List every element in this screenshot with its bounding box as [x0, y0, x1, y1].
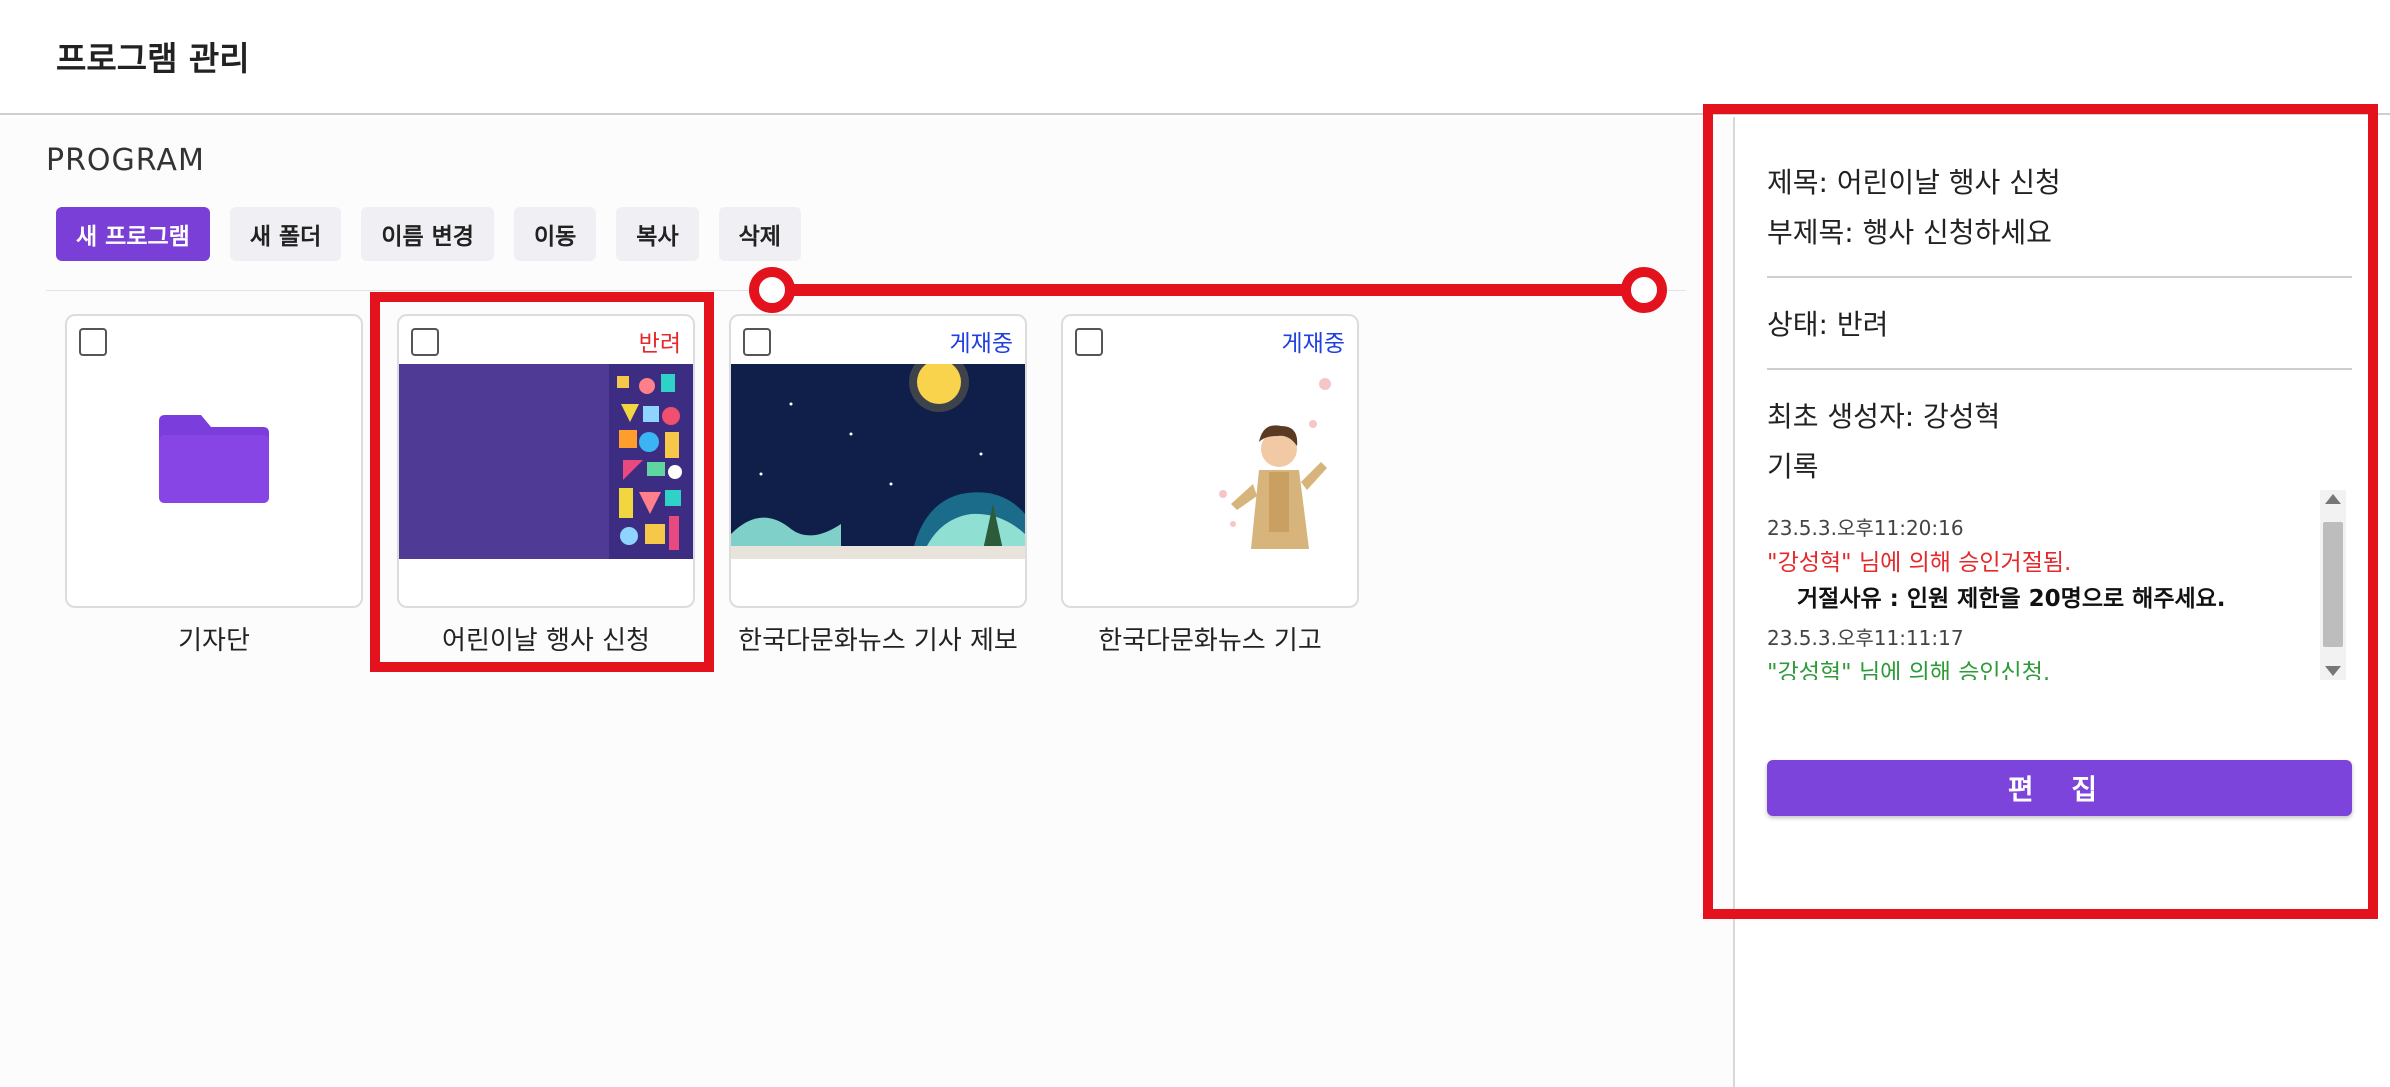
item-label: 한국다문화뉴스 기고 — [1098, 626, 1322, 656]
copy-button[interactable]: 복사 — [616, 207, 699, 261]
program-toolbar: 새 프로그램 새 폴더 이름 변경 이동 복사 삭제 — [56, 207, 801, 261]
card-frame — [65, 314, 363, 608]
new-folder-button[interactable]: 새 폴더 — [229, 207, 342, 261]
program-thumbnail — [731, 364, 1025, 559]
card-frame: 게재중 — [1061, 314, 1359, 608]
delete-button[interactable]: 삭제 — [718, 207, 801, 261]
page-title: 프로그램 관리 — [56, 39, 250, 78]
status-badge: 게재중 — [949, 331, 1013, 357]
new-program-button[interactable]: 새 프로그램 — [56, 207, 210, 261]
annotation-highlight-box — [1703, 104, 2378, 919]
annotation-connector-dot — [749, 267, 795, 313]
move-button[interactable]: 이동 — [513, 207, 597, 261]
card-frame: 게재중 — [729, 314, 1027, 608]
program-main-panel: PROGRAM 새 프로그램 새 폴더 이름 변경 이동 복사 삭제 기자단 반… — [0, 117, 1735, 1087]
item-checkbox[interactable] — [79, 328, 107, 356]
rename-button[interactable]: 이름 변경 — [361, 207, 494, 261]
item-label: 기자단 — [178, 626, 250, 656]
annotation-connector-line — [772, 284, 1644, 296]
section-label: PROGRAM — [46, 143, 205, 178]
annotation-connector-dot — [1621, 267, 1667, 313]
status-badge: 게재중 — [1281, 331, 1345, 357]
page-header: 프로그램 관리 — [0, 0, 2390, 115]
item-checkbox[interactable] — [743, 328, 771, 356]
item-label: 한국다문화뉴스 기사 제보 — [738, 626, 1018, 656]
folder-icon — [159, 415, 269, 503]
annotation-highlight-box — [370, 292, 714, 672]
item-checkbox[interactable] — [1075, 328, 1103, 356]
program-thumbnail — [1063, 364, 1357, 559]
